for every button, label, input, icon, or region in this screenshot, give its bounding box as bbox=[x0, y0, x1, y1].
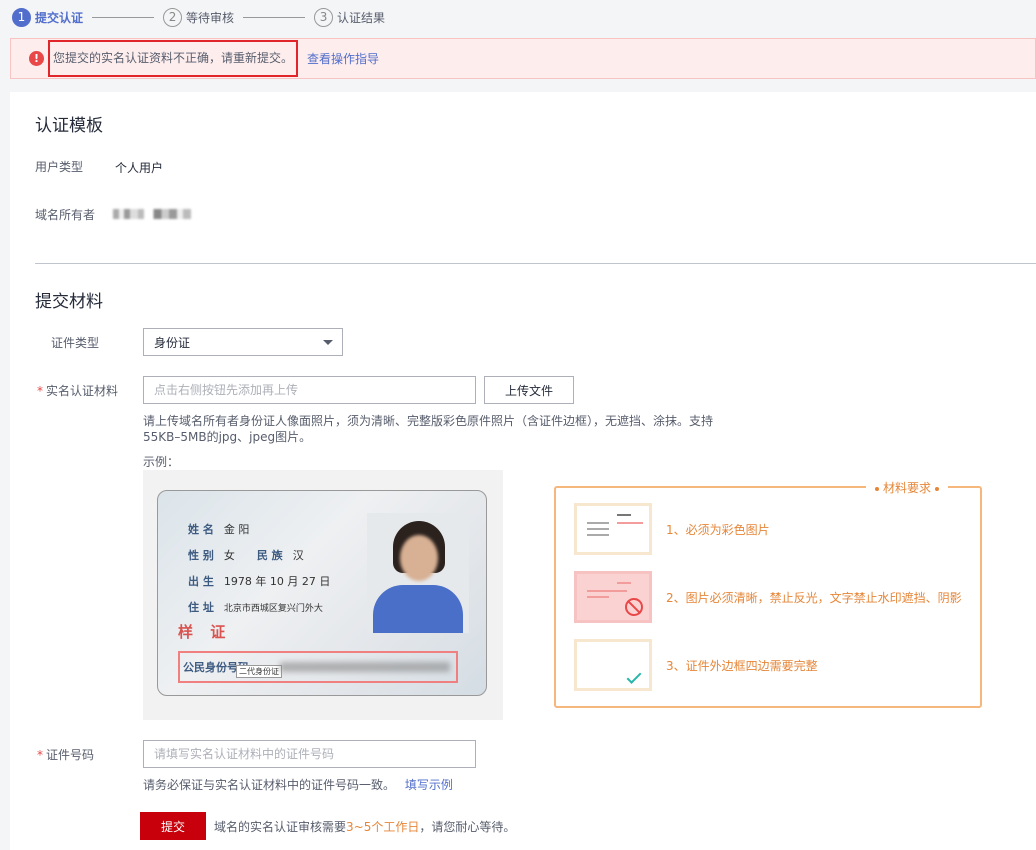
material-hint: 请上传域名所有者身份证人像面照片，须为清晰、完整版彩色原件照片（含证件边框），无… bbox=[143, 413, 743, 445]
material-requirements: 材料要求 1、必须为彩色图片 2、图片必须清晰，禁止反光，文字禁止水印遮挡、阴影 bbox=[554, 479, 982, 708]
step-label: 认证结果 bbox=[337, 10, 386, 25]
example-image: 姓 名金 阳 性 别女民 族汉 出 生 1978 年 10 月 27 日 住 址北… bbox=[143, 470, 503, 720]
requirement-text: 2、图片必须清晰，禁止反光，文字禁止水印遮挡、阴影 bbox=[666, 591, 962, 605]
cert-no-hint-text: 请务必保证与实名认证材料中的证件号码一致。 bbox=[143, 778, 396, 792]
cert-type-select[interactable]: 身份证 bbox=[143, 328, 343, 356]
step-connector bbox=[243, 16, 306, 18]
cert-no-input[interactable] bbox=[143, 740, 476, 768]
step-number: 3 bbox=[314, 7, 334, 27]
id-number-redacted bbox=[280, 662, 450, 672]
no-glare-icon bbox=[574, 571, 652, 623]
cert-no-hint: 请务必保证与实名认证材料中的证件号码一致。 填写示例 bbox=[143, 777, 453, 793]
requirement-text: 1、必须为彩色图片 bbox=[666, 523, 770, 537]
step-submit: 1 提交认证 bbox=[12, 7, 84, 27]
id-number-highlight: 公民身份号码 二代身份证 bbox=[178, 651, 458, 683]
cert-type-value: 身份证 bbox=[154, 335, 191, 350]
cert-type-label: 证件类型 bbox=[51, 336, 100, 350]
step-label: 提交认证 bbox=[35, 10, 84, 25]
required-star: * bbox=[37, 748, 43, 762]
owner-value-redacted bbox=[113, 209, 191, 219]
owner-label: 域名所有者 bbox=[35, 208, 96, 222]
step-connector bbox=[92, 16, 155, 18]
requirement-item: 2、图片必须清晰，禁止反光，文字禁止水印遮挡、阴影 bbox=[574, 571, 974, 623]
step-result: 3 认证结果 bbox=[314, 7, 386, 27]
material-label: * 实名认证材料 bbox=[37, 384, 119, 398]
submit-button[interactable]: 提交 bbox=[140, 812, 206, 840]
id-address-row: 住 址北京市西城区复兴门外大 bbox=[188, 601, 323, 614]
id-birth-row: 出 生 1978 年 10 月 27 日 bbox=[188, 575, 331, 588]
chevron-down-icon bbox=[323, 340, 333, 345]
step-number: 2 bbox=[163, 7, 183, 27]
step-label: 等待审核 bbox=[186, 10, 235, 25]
step-number: 1 bbox=[12, 7, 31, 27]
materials-title: 提交材料 bbox=[35, 292, 103, 312]
fill-example-link[interactable]: 填写示例 bbox=[405, 778, 453, 792]
main-panel: 认证模板 用户类型 个人用户 域名所有者 提交材料 证件类型 身份证 * 实名认证… bbox=[10, 92, 1036, 850]
error-alert: ! 您提交的实名认证资料不正确，请重新提交。 查看操作指导 bbox=[10, 38, 1036, 79]
progress-steps: 1 提交认证 2 等待审核 3 认证结果 bbox=[0, 0, 1036, 34]
material-file-input[interactable] bbox=[143, 376, 476, 404]
cert-no-label: * 证件号码 bbox=[37, 748, 95, 762]
requirement-item: 3、证件外边框四边需要完整 bbox=[574, 639, 974, 691]
requirement-item: 1、必须为彩色图片 bbox=[574, 503, 974, 555]
example-label: 示例： bbox=[143, 455, 180, 469]
id-card-tag: 二代身份证 bbox=[236, 665, 282, 678]
sample-stamp: 样 证 bbox=[178, 623, 232, 641]
material-hint-line-2: 55KB–5MB的jpg、jpeg图片。 bbox=[143, 430, 312, 444]
id-name-row: 姓 名金 阳 bbox=[188, 523, 250, 536]
view-guide-link[interactable]: 查看操作指导 bbox=[307, 50, 379, 67]
user-type-label: 用户类型 bbox=[35, 160, 84, 174]
user-type-value: 个人用户 bbox=[115, 161, 164, 175]
error-icon: ! bbox=[29, 51, 44, 66]
color-image-icon bbox=[574, 503, 652, 555]
alert-message: 您提交的实名认证资料不正确，请重新提交。 bbox=[48, 40, 299, 77]
id-portrait-photo bbox=[367, 513, 469, 633]
required-star: * bbox=[37, 384, 43, 398]
submit-hint: 域名的实名认证审核需要3~5个工作日，请您耐心等待。 bbox=[214, 820, 516, 834]
requirement-text: 3、证件外边框四边需要完整 bbox=[666, 659, 818, 673]
id-card-sample: 姓 名金 阳 性 别女民 族汉 出 生 1978 年 10 月 27 日 住 址北… bbox=[157, 490, 487, 696]
material-hint-line-1: 请上传域名所有者身份证人像面照片，须为清晰、完整版彩色原件照片（含证件边框），无… bbox=[143, 414, 714, 428]
id-gender-row: 性 别女民 族汉 bbox=[188, 549, 304, 562]
template-title: 认证模板 bbox=[35, 116, 103, 136]
step-review: 2 等待审核 bbox=[163, 7, 235, 27]
complete-border-icon bbox=[574, 639, 652, 691]
upload-file-button[interactable]: 上传文件 bbox=[484, 376, 574, 404]
section-divider bbox=[35, 263, 1036, 264]
requirements-title: 材料要求 bbox=[866, 479, 949, 496]
